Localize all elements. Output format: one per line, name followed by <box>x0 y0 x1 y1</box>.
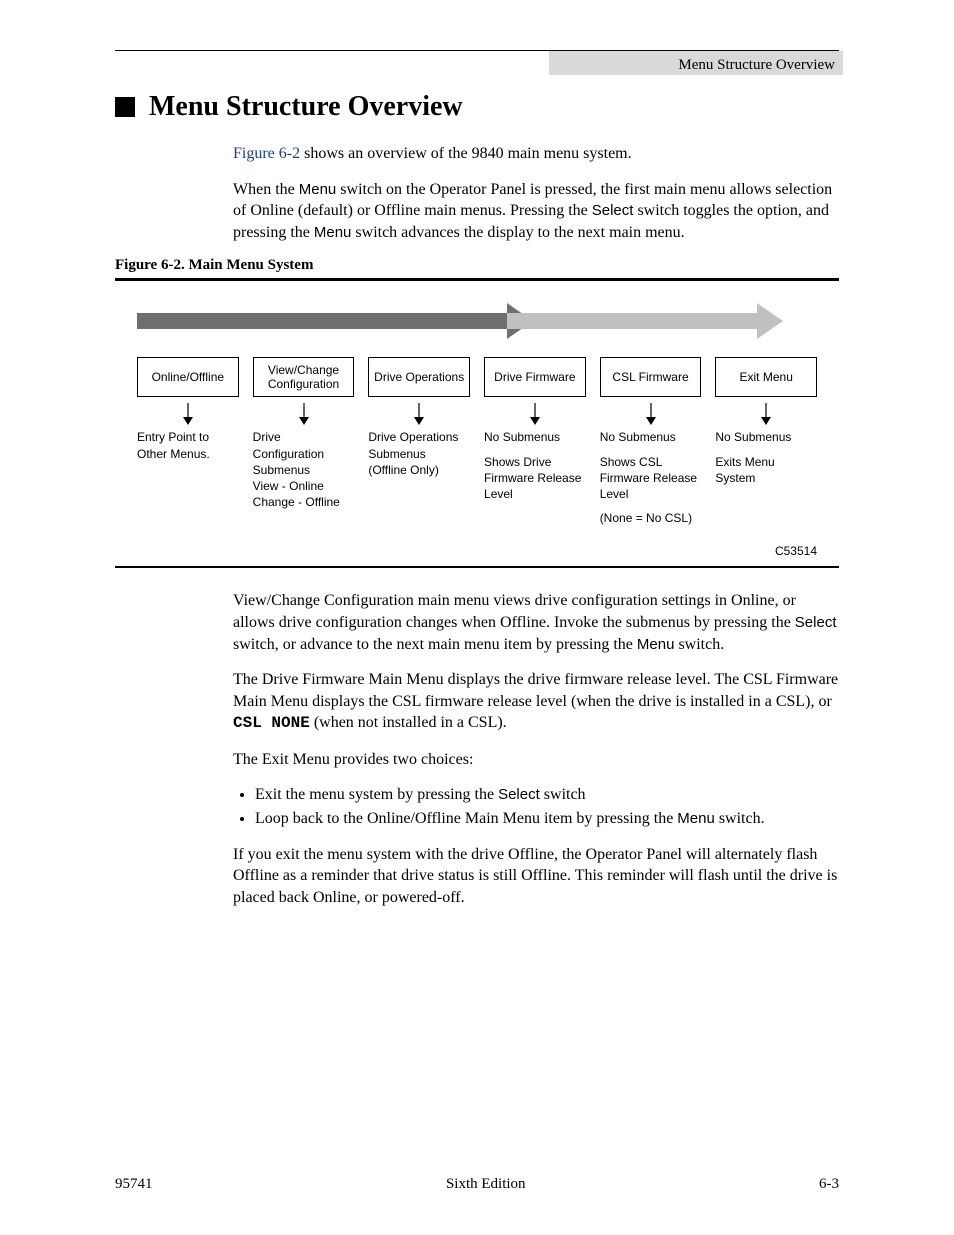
text: switch. <box>715 810 765 827</box>
square-bullet-icon <box>115 97 135 117</box>
menu-column: Online/Offline Entry Point to Other Menus… <box>137 357 239 526</box>
after-block: View/Change Configuration main menu view… <box>233 590 839 908</box>
footer-doc-number: 95741 <box>115 1176 153 1193</box>
csl-none-code: CSL NONE <box>233 714 310 732</box>
menu-switch-label: Menu <box>299 181 337 198</box>
menu-box: Drive Firmware <box>484 357 586 397</box>
menu-box: View/Change Configuration <box>253 357 355 397</box>
after-p3: The Exit Menu provides two choices: <box>233 749 839 771</box>
intro-p2: When the Menu switch on the Operator Pan… <box>233 179 839 244</box>
menu-switch-label: Menu <box>314 224 352 241</box>
after-p1: View/Change Configuration main menu view… <box>233 590 839 655</box>
header-rule: Menu Structure Overview <box>115 50 839 51</box>
section-title: Menu Structure Overview <box>115 91 839 123</box>
select-switch-label: Select <box>592 202 634 219</box>
section-title-text: Menu Structure Overview <box>149 91 463 123</box>
menu-column: View/Change Configuration Drive Configura… <box>253 357 355 526</box>
flow-arrow <box>137 303 817 339</box>
select-switch-label: Select <box>795 614 837 631</box>
after-p4: If you exit the menu system with the dri… <box>233 844 839 909</box>
text: Loop back to the Online/Offline Main Men… <box>255 810 677 827</box>
arrow-bar-light <box>507 313 757 329</box>
menu-column: Drive Operations Drive Operations Submenu… <box>368 357 470 526</box>
menu-description: Drive Configuration SubmenusView - Onlin… <box>251 429 357 510</box>
menu-column: Exit Menu No Submenus Exits Menu System <box>715 357 817 526</box>
down-arrow-icon <box>760 403 772 425</box>
page: Menu Structure Overview Menu Structure O… <box>0 0 954 1235</box>
select-switch-label: Select <box>498 786 540 803</box>
arrow-bar-dark <box>137 313 507 329</box>
intro-p1: Figure 6-2 shows an overview of the 9840… <box>233 143 839 165</box>
menu-description: Drive Operations Submenus(Offline Only) <box>366 429 472 478</box>
after-p2: The Drive Firmware Main Menu displays th… <box>233 669 839 735</box>
text: Exit the menu system by pressing the <box>255 786 498 803</box>
down-arrow-icon <box>645 403 657 425</box>
menu-box: Online/Offline <box>137 357 239 397</box>
down-arrow-icon <box>298 403 310 425</box>
menu-description: No Submenus Shows CSL Firmware Release L… <box>598 429 704 526</box>
figure-reference-link[interactable]: Figure 6-2 <box>233 145 300 162</box>
menu-switch-label: Menu <box>677 810 715 827</box>
text: switch. <box>674 636 724 653</box>
arrow-head-light-icon <box>757 303 783 339</box>
menu-description: No Submenus Shows Drive Firmware Release… <box>482 429 588 502</box>
intro-block: Figure 6-2 shows an overview of the 9840… <box>233 143 839 243</box>
footer-edition: Sixth Edition <box>446 1176 526 1193</box>
menu-box: CSL Firmware <box>600 357 702 397</box>
menu-column: CSL Firmware No Submenus Shows CSL Firmwa… <box>600 357 702 526</box>
menu-description: No Submenus Exits Menu System <box>713 429 819 486</box>
footer-page-number: 6-3 <box>819 1176 839 1193</box>
menu-description: Entry Point to Other Menus. <box>135 429 241 461</box>
intro-p1-rest: shows an overview of the 9840 main menu … <box>300 145 632 162</box>
down-arrow-icon <box>413 403 425 425</box>
list-item: Exit the menu system by pressing the Sel… <box>255 784 839 806</box>
page-footer: 95741 Sixth Edition 6-3 <box>115 1176 839 1193</box>
text: View/Change Configuration main menu view… <box>233 592 796 631</box>
text: When the <box>233 181 299 198</box>
text: The Drive Firmware Main Menu displays th… <box>233 671 838 710</box>
text: switch advances the display to the next … <box>351 224 684 241</box>
menu-box: Drive Operations <box>368 357 470 397</box>
running-head: Menu Structure Overview <box>674 55 839 76</box>
text: (when not installed in a CSL). <box>310 714 507 731</box>
list-item: Loop back to the Online/Offline Main Men… <box>255 808 839 830</box>
menu-row: Online/Offline Entry Point to Other Menus… <box>115 357 839 526</box>
menu-switch-label: Menu <box>637 636 675 653</box>
figure-code: C53514 <box>115 544 839 558</box>
down-arrow-icon <box>182 403 194 425</box>
menu-column: Drive Firmware No Submenus Shows Drive Fi… <box>484 357 586 526</box>
figure-frame: Online/Offline Entry Point to Other Menus… <box>115 278 839 568</box>
figure-caption: Figure 6-2. Main Menu System <box>115 257 839 274</box>
exit-choices-list: Exit the menu system by pressing the Sel… <box>233 784 839 829</box>
menu-box: Exit Menu <box>715 357 817 397</box>
down-arrow-icon <box>529 403 541 425</box>
text: switch, or advance to the next main menu… <box>233 636 637 653</box>
text: switch <box>540 786 586 803</box>
